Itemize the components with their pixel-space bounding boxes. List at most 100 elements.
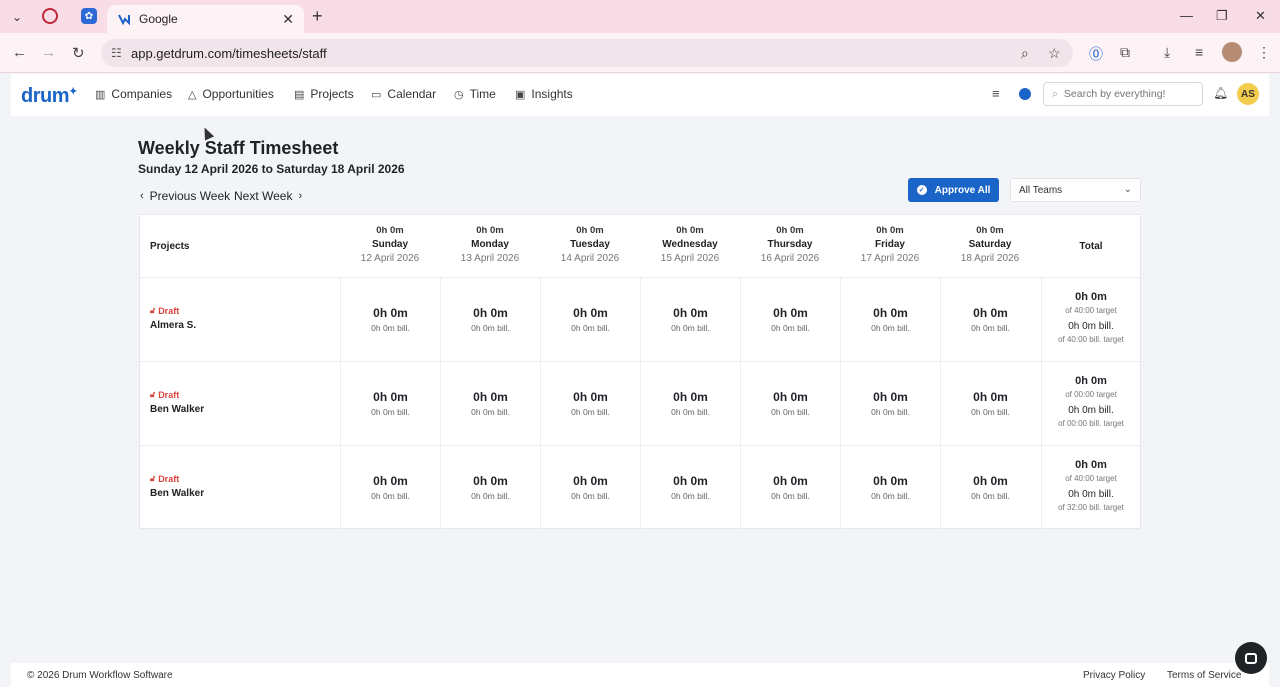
global-search[interactable]: ⌕: [1043, 82, 1203, 106]
extensions-puzzle-icon[interactable]: ⧉: [1120, 44, 1130, 61]
download-icon[interactable]: ⤓: [1164, 44, 1170, 61]
time-cell[interactable]: 0h 0m 0h 0m bill.: [540, 278, 640, 361]
time-cell[interactable]: 0h 0m 0h 0m bill.: [840, 446, 940, 529]
browser-tab-active[interactable]: Google ✕: [107, 5, 304, 33]
staff-cell[interactable]: 🔓︎ Draft Ben Walker: [150, 474, 204, 499]
drum-favicon-icon: [118, 14, 130, 26]
chevron-left-icon: ‹: [140, 190, 144, 202]
week-range: Sunday 12 April 2026 to Saturday 18 Apri…: [138, 162, 405, 176]
day-total: 0h 0m: [976, 225, 1004, 236]
day-date: 12 April 2026: [360, 253, 420, 264]
password-manager-icon[interactable]: ⓪: [1089, 44, 1103, 64]
chevron-down-icon: ⌄: [1123, 184, 1132, 195]
forward-arrow-icon[interactable]: →: [41, 44, 56, 61]
nav-time[interactable]: ◷ Time: [454, 87, 496, 101]
time-cell[interactable]: 0h 0m 0h 0m bill.: [940, 446, 1040, 529]
browser-menu-icon[interactable]: ⋮: [1257, 44, 1271, 61]
total-cell: 0h 0m of 40:00 target 0h 0m bill. of 40:…: [1041, 278, 1140, 361]
time-cell[interactable]: 0h 0m 0h 0m bill.: [640, 278, 740, 361]
approve-all-button[interactable]: ✓ Approve All: [908, 178, 999, 202]
staff-name: Ben Walker: [150, 404, 205, 415]
previous-week-link[interactable]: ‹ Previous Week: [140, 189, 230, 203]
nav-projects[interactable]: ▤ Projects: [294, 87, 354, 101]
clock-icon: ◷: [454, 88, 464, 101]
time-cell[interactable]: 0h 0m 0h 0m bill.: [740, 278, 840, 361]
pinned-tab-record-icon[interactable]: [42, 8, 58, 24]
team-filter-select[interactable]: All Teams ⌄: [1010, 178, 1141, 202]
search-input[interactable]: [1063, 88, 1194, 100]
day-name: Sunday: [371, 239, 409, 250]
media-queue-icon[interactable]: ≡: [1195, 44, 1203, 60]
chat-support-button[interactable]: [1235, 642, 1267, 674]
status-badge: 🔓︎ Draft: [150, 306, 180, 316]
hamburger-menu-icon[interactable]: ≡: [992, 86, 1000, 101]
zoom-icon[interactable]: ⌕: [1021, 45, 1029, 62]
site-settings-icon[interactable]: ☷: [111, 46, 122, 60]
time-cell[interactable]: 0h 0m 0h 0m bill.: [940, 362, 1040, 445]
reload-icon[interactable]: ↻: [72, 44, 85, 62]
time-cell[interactable]: 0h 0m 0h 0m bill.: [440, 278, 540, 361]
insights-icon: ▣: [515, 88, 526, 101]
terms-of-service-link[interactable]: Terms of Service: [1167, 670, 1241, 681]
status-badge: 🔓︎ Draft: [150, 474, 180, 484]
status-badge: 🔓︎ Draft: [150, 390, 180, 400]
nav-calendar[interactable]: ▭ Calendar: [371, 87, 436, 101]
timer-clock-icon[interactable]: [1019, 88, 1031, 100]
day-date: 18 April 2026: [960, 253, 1020, 264]
time-cell[interactable]: 0h 0m 0h 0m bill.: [440, 362, 540, 445]
time-cell[interactable]: 0h 0m 0h 0m bill.: [440, 446, 540, 529]
url-text: app.getdrum.com/timesheets/staff: [131, 45, 327, 61]
total-column-header: Total: [1079, 241, 1103, 252]
nav-opportunities[interactable]: △ Opportunities: [188, 87, 274, 101]
copyright-text: © 2026 Drum Workflow Software: [27, 670, 173, 681]
day-total: 0h 0m: [876, 225, 904, 236]
time-cell[interactable]: 0h 0m 0h 0m bill.: [540, 446, 640, 529]
day-date: 17 April 2026: [860, 253, 920, 264]
staff-cell[interactable]: 🔓︎ Draft Almera S.: [150, 306, 196, 331]
browser-profile-avatar[interactable]: [1222, 42, 1242, 62]
minimize-icon[interactable]: —: [1180, 8, 1193, 23]
day-header-thursday: 0h 0m Thursday 16 April 2026: [740, 225, 840, 264]
privacy-policy-link[interactable]: Privacy Policy: [1083, 670, 1145, 681]
time-cell[interactable]: 0h 0m 0h 0m bill.: [640, 362, 740, 445]
time-cell[interactable]: 0h 0m 0h 0m bill.: [640, 446, 740, 529]
time-cell[interactable]: 0h 0m 0h 0m bill.: [340, 446, 440, 529]
time-cell[interactable]: 0h 0m 0h 0m bill.: [340, 362, 440, 445]
time-cell[interactable]: 0h 0m 0h 0m bill.: [840, 362, 940, 445]
time-cell[interactable]: 0h 0m 0h 0m bill.: [740, 446, 840, 529]
previous-week-label: Previous Week: [149, 189, 231, 203]
nav-companies[interactable]: ▥ Companies: [95, 87, 172, 101]
building-icon: ▥: [95, 88, 106, 101]
window-close-icon[interactable]: ✕: [1255, 8, 1266, 24]
day-total: 0h 0m: [376, 225, 404, 236]
time-cell[interactable]: 0h 0m 0h 0m bill.: [940, 278, 1040, 361]
new-tab-plus-icon[interactable]: +: [312, 7, 323, 25]
browser-tabstrip: ⌄ ✿ Google ✕ + — ❐ ✕: [0, 0, 1280, 33]
bookmark-star-icon[interactable]: ☆: [1048, 45, 1061, 62]
pinned-tab-gear-icon[interactable]: ✿: [81, 8, 97, 24]
next-week-link[interactable]: Next Week ›: [234, 189, 302, 203]
approve-all-label: Approve All: [934, 184, 991, 196]
close-tab-icon[interactable]: ✕: [282, 11, 294, 28]
table-row: 🔓︎ Draft Ben Walker 0h 0m 0h 0m bill. 0h 0…: [140, 445, 1140, 529]
staff-cell[interactable]: 🔓︎ Draft Ben Walker: [150, 390, 204, 415]
time-cell[interactable]: 0h 0m 0h 0m bill.: [340, 278, 440, 361]
projects-icon: ▤: [294, 88, 305, 101]
drum-logo[interactable]: drum✦: [21, 85, 77, 108]
notification-bell-icon[interactable]: 🔔︎: [1213, 86, 1228, 100]
address-bar[interactable]: ☷ app.getdrum.com/timesheets/staff ⌕ ☆: [101, 39, 1073, 67]
restore-icon[interactable]: ❐: [1216, 8, 1228, 24]
table-row: 🔓︎ Draft Almera S. 0h 0m 0h 0m bill. 0h 0m…: [140, 277, 1140, 361]
day-total: 0h 0m: [676, 225, 704, 236]
time-cell[interactable]: 0h 0m 0h 0m bill.: [740, 362, 840, 445]
time-cell[interactable]: 0h 0m 0h 0m bill.: [540, 362, 640, 445]
user-avatar[interactable]: AS: [1237, 83, 1259, 105]
day-total: 0h 0m: [576, 225, 604, 236]
day-name: Thursday: [767, 239, 813, 250]
tab-search-chevron-icon[interactable]: ⌄: [6, 6, 28, 28]
day-header-wednesday: 0h 0m Wednesday 15 April 2026: [640, 225, 740, 264]
page-title: Weekly Staff Timesheet: [138, 138, 339, 158]
nav-insights[interactable]: ▣ Insights: [515, 87, 573, 101]
time-cell[interactable]: 0h 0m 0h 0m bill.: [840, 278, 940, 361]
back-arrow-icon[interactable]: ←: [12, 44, 27, 61]
